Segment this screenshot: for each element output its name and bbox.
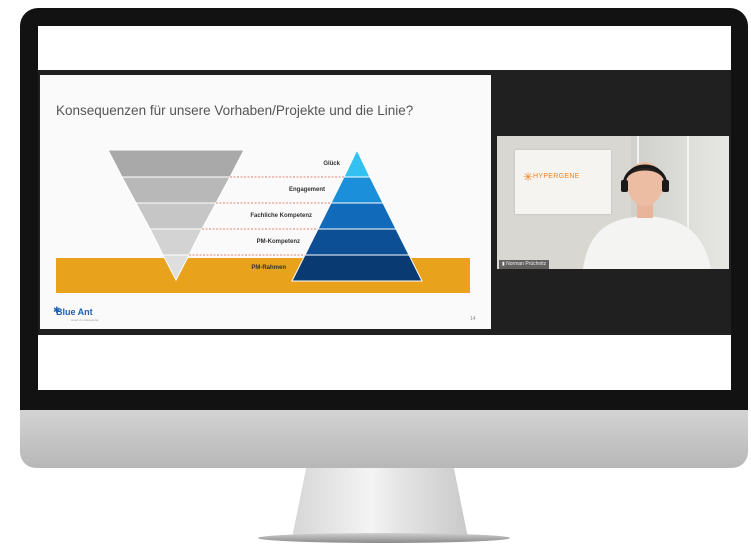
monitor-chin [20, 410, 748, 468]
speaker [583, 162, 711, 269]
funnel-segment-3 [135, 202, 217, 230]
screen: Konsequenzen für unsere Vorhaben/Projekt… [38, 26, 731, 390]
funnel-segment-1 [107, 149, 245, 178]
shared-slide: Konsequenzen für unsere Vorhaben/Projekt… [40, 75, 491, 329]
participant-name-label: ▮ Norman Prüchnitz [499, 260, 550, 269]
pyramid-level-glueck [343, 148, 371, 178]
brand-tagline: smart & professional [71, 318, 99, 322]
pyramid-label: Fachliche Kompetenz [250, 213, 312, 219]
pyramid-diagram [56, 148, 470, 293]
pyramid-level-engagement [330, 176, 384, 204]
meeting-window: Konsequenzen für unsere Vorhaben/Projekt… [38, 70, 731, 335]
pyramid-label: Glück [323, 161, 340, 167]
brand-logo: Blue Ant [56, 307, 93, 317]
monitor-stand-base [258, 533, 510, 543]
pyramid-label: PM-Rahmen [251, 265, 286, 271]
pyramid-level-pm-kompetenz [304, 228, 410, 256]
pyramid-label: Engagement [288, 187, 325, 193]
pyramid-level-fachliche-kompetenz [317, 202, 397, 230]
slide-page-number: 14 [470, 316, 476, 322]
participant-name: Norman Prüchnitz [506, 261, 547, 267]
signal-icon: ▮ [502, 261, 505, 267]
funnel-segment-2 [121, 176, 231, 204]
funnel-segment-4 [149, 228, 203, 256]
participant-video[interactable]: ✳ HYPERGENE ▮ Norman Prüchnitz [497, 136, 729, 269]
pyramid-label: PM-Kompetenz [256, 239, 300, 245]
pyramid-level-pm-rahmen [291, 254, 423, 282]
monitor-stand [292, 468, 468, 538]
